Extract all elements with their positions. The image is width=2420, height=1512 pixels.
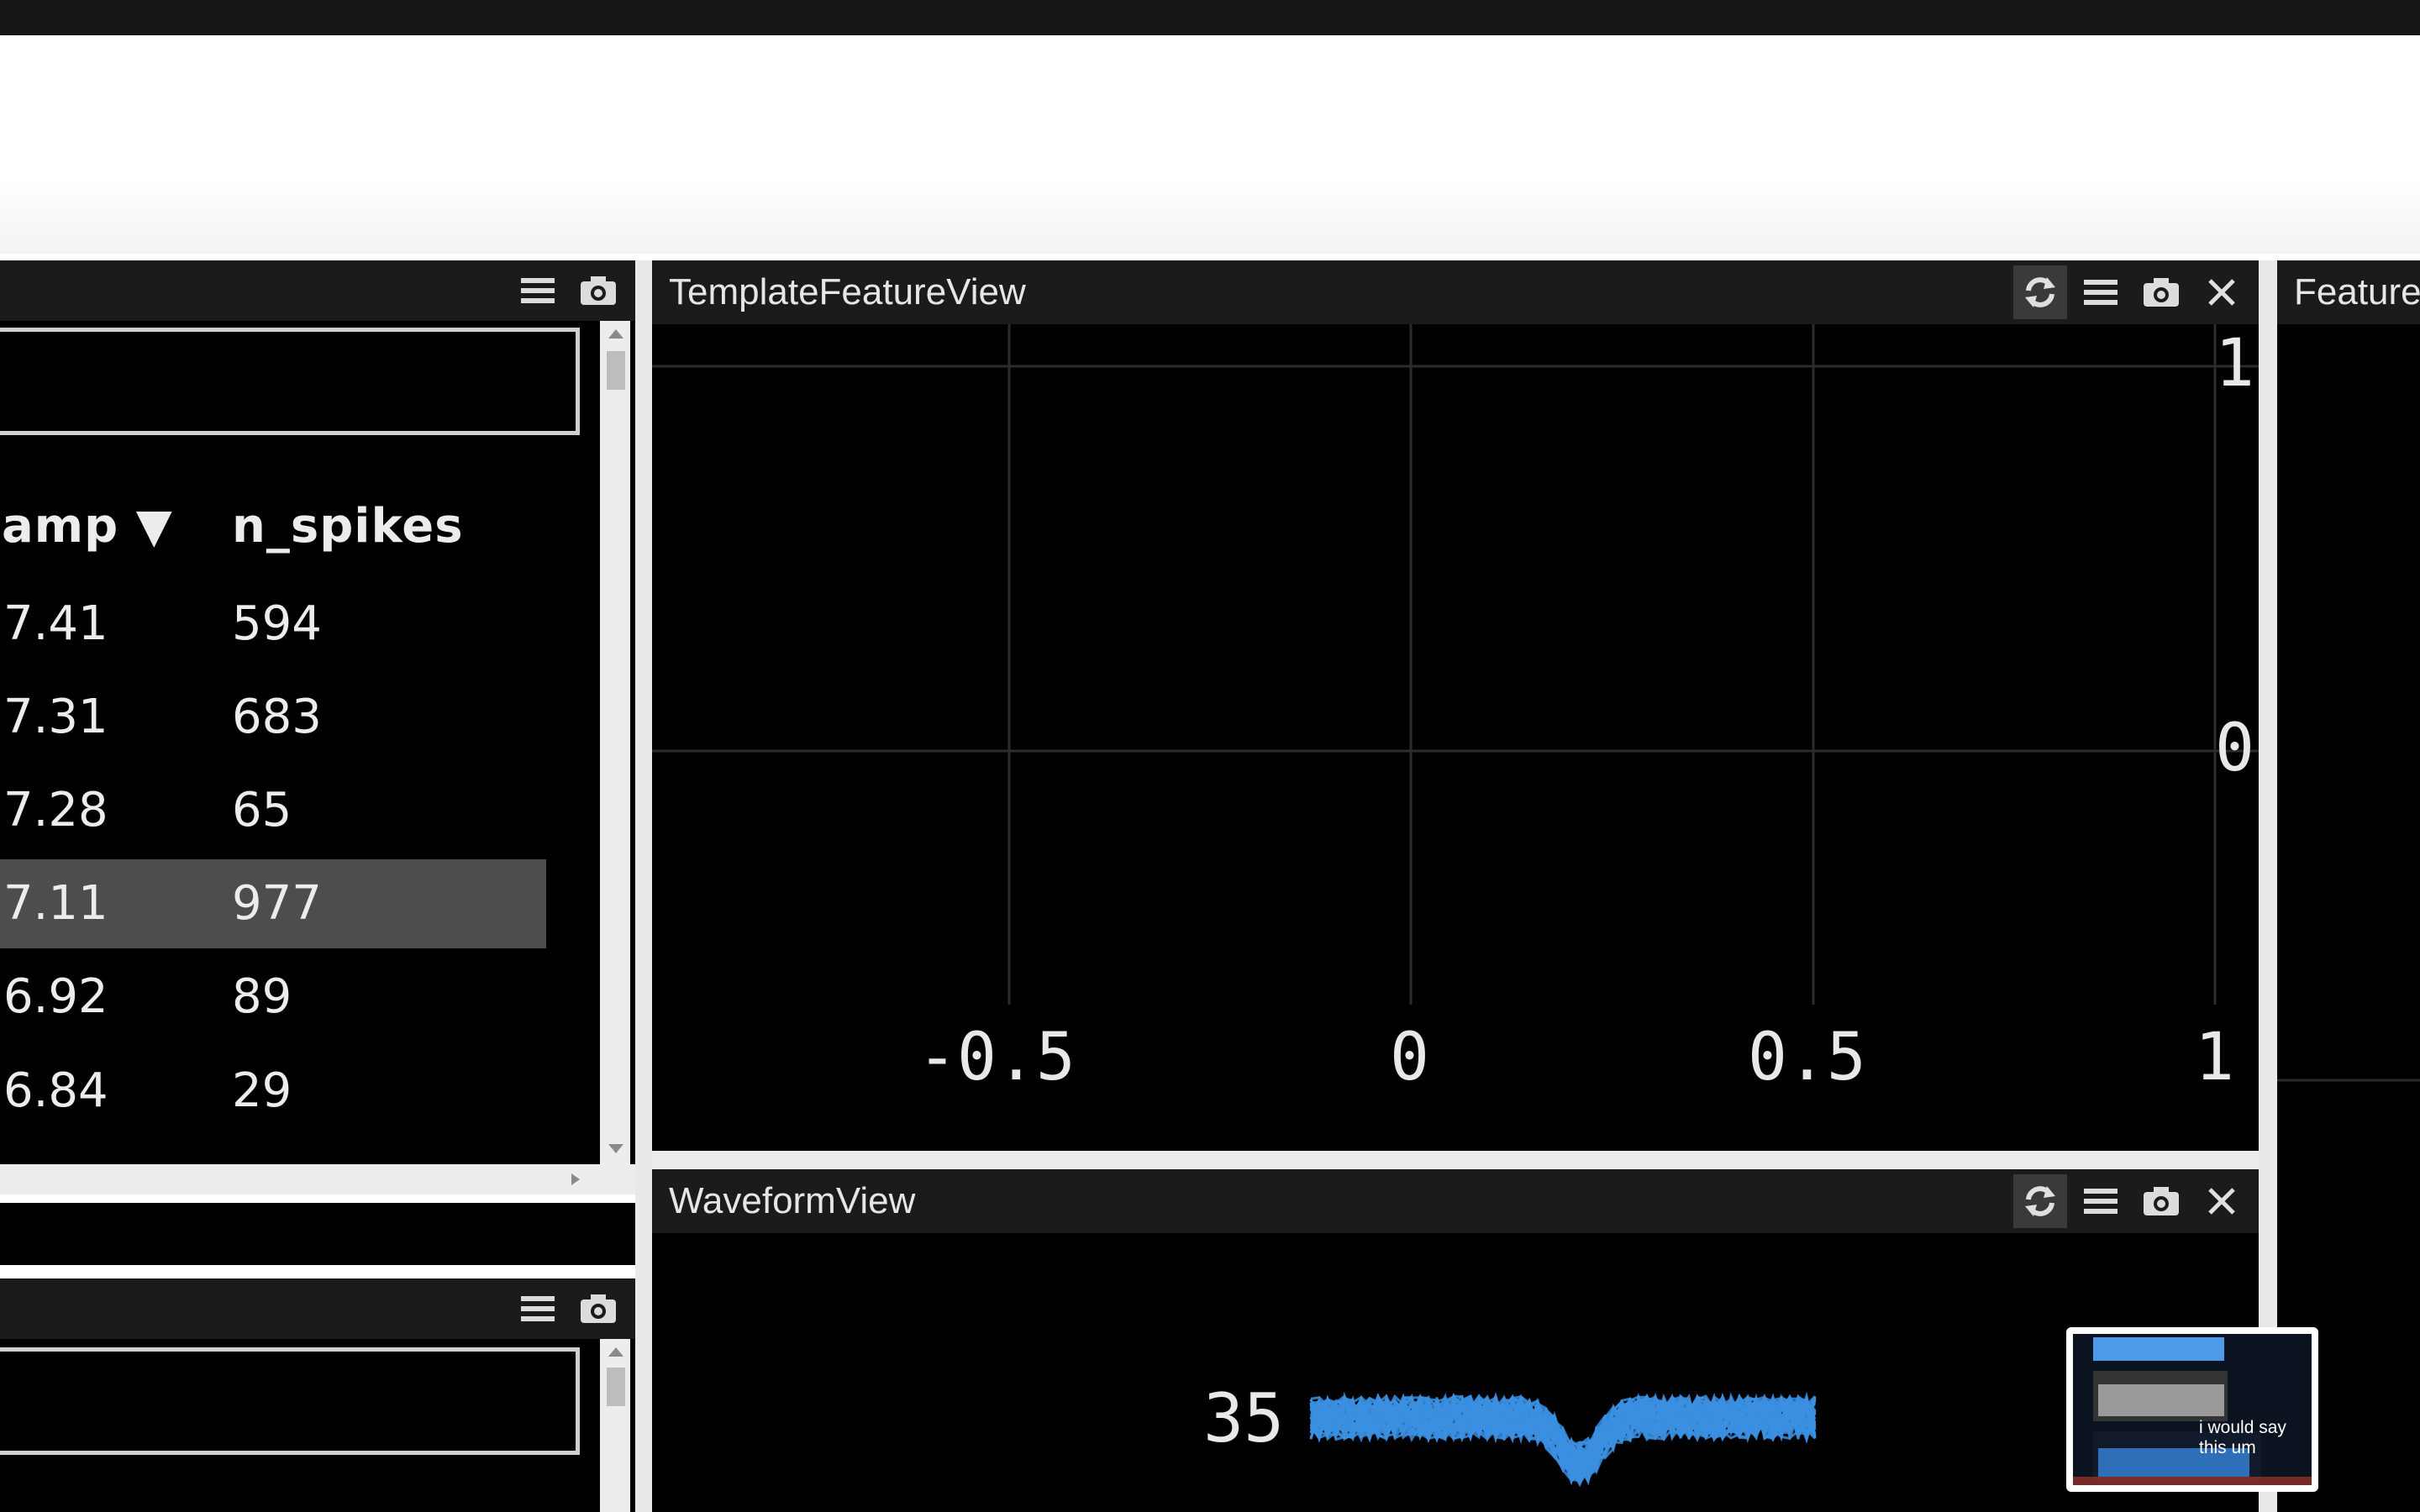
splitter[interactable] [652, 1151, 2259, 1169]
table-row[interactable]: 7.41 594 [0, 580, 546, 669]
table-row-selected[interactable]: 7.11 977 [0, 859, 546, 948]
feature-view: FeatureV [2277, 260, 2420, 1512]
cluster-view-titlebar [0, 260, 635, 321]
similarity-view-panel [0, 1278, 635, 1512]
y-tick-label: 0 [2215, 711, 2254, 786]
vertical-scrollbar[interactable] [600, 321, 630, 1164]
table-row[interactable]: 7.28 65 [0, 766, 546, 855]
x-tick-label: 0.5 [1748, 1020, 1866, 1095]
refresh-icon [2025, 277, 2055, 307]
cluster-view-panel: amp ▼ n_spikes 7.41 594 7.31 683 7.28 65… [0, 260, 635, 1164]
amp-cell: 7.41 [3, 596, 108, 651]
column-header-n-spikes[interactable]: n_spikes [232, 499, 464, 554]
waveform-plot[interactable]: 35 [652, 1233, 2259, 1512]
menu-icon [521, 278, 555, 303]
channel-label: 35 [1203, 1379, 1285, 1457]
amp-cell: 7.31 [3, 690, 108, 744]
camera-icon [581, 1294, 616, 1323]
menu-icon [2084, 280, 2118, 305]
camera-icon [2144, 1187, 2179, 1215]
table-row[interactable]: 6.84 29 [0, 1047, 546, 1136]
splitter[interactable] [2259, 260, 2277, 1512]
left-status-strip [0, 1203, 635, 1265]
close-button[interactable] [2195, 265, 2249, 319]
waveform-view-titlebar: WaveformView [652, 1169, 2259, 1233]
video-frame-image [2073, 1334, 2312, 1485]
waveform-view: WaveformView 35 [652, 1169, 2259, 1512]
amp-cell: 7.11 [3, 876, 108, 931]
vertical-scrollbar[interactable] [600, 1339, 630, 1512]
panel-title: TemplateFeatureView [669, 271, 1026, 312]
scrollbar-thumb[interactable] [607, 1368, 625, 1406]
menu-button[interactable] [2074, 265, 2128, 319]
x-tick-label: 0 [1390, 1020, 1429, 1095]
amp-cell: 6.84 [3, 1063, 108, 1118]
menu-button[interactable] [511, 264, 565, 318]
scrollbar-thumb[interactable] [607, 351, 625, 390]
refresh-icon [2025, 1186, 2055, 1216]
top-bar [0, 0, 2420, 35]
x-tick-label: 1 [2195, 1020, 2234, 1095]
scroll-up-icon[interactable] [608, 1347, 623, 1357]
scroll-up-icon[interactable] [608, 329, 623, 339]
filter-input[interactable] [0, 1347, 580, 1455]
amp-cell: 6.92 [3, 969, 108, 1024]
menu-button[interactable] [511, 1282, 565, 1336]
amp-cell: 7.28 [3, 783, 108, 837]
screenshot-button[interactable] [2134, 265, 2188, 319]
video-caption: i would say this um [2199, 1418, 2286, 1457]
column-header-amp[interactable]: amp ▼ [2, 499, 173, 554]
scroll-right-icon[interactable] [571, 1173, 580, 1185]
horizontal-scrollbar[interactable] [0, 1164, 635, 1194]
n-spikes-cell: 683 [232, 690, 322, 744]
menu-icon [521, 1296, 555, 1321]
menu-icon [2084, 1189, 2118, 1214]
panel-title: FeatureV [2294, 271, 2420, 312]
n-spikes-cell: 594 [232, 596, 322, 651]
x-tick-label: -0.5 [918, 1020, 1076, 1095]
filter-input[interactable] [0, 328, 580, 435]
camera-icon [581, 276, 616, 305]
scroll-down-icon[interactable] [608, 1144, 623, 1153]
template-feature-view-titlebar: TemplateFeatureView [652, 260, 2259, 324]
auto-update-button[interactable] [2013, 1174, 2067, 1228]
y-tick-label: 1 [2215, 326, 2254, 402]
feature-view-titlebar: FeatureV [2277, 260, 2420, 324]
splitter[interactable] [635, 260, 652, 1512]
menu-button[interactable] [2074, 1174, 2128, 1228]
header-band [0, 35, 2420, 254]
screenshot-button[interactable] [571, 1282, 625, 1336]
n-spikes-cell: 977 [232, 876, 322, 931]
n-spikes-cell: 65 [232, 783, 292, 837]
auto-update-button[interactable] [2013, 265, 2067, 319]
plot-grid [652, 324, 2259, 1005]
waveform-traces [1309, 1391, 1817, 1488]
n-spikes-cell: 89 [232, 969, 292, 1024]
close-icon [2208, 279, 2235, 306]
screenshot-button[interactable] [571, 264, 625, 318]
video-frame: i would say this um [2073, 1334, 2312, 1485]
n-spikes-cell: 29 [232, 1063, 292, 1118]
screenshot-button[interactable] [2134, 1174, 2188, 1228]
close-button[interactable] [2195, 1174, 2249, 1228]
template-feature-plot[interactable]: -0.5 0 0.5 1 1 0 [652, 324, 2259, 1151]
table-row[interactable]: 6.92 89 [0, 953, 546, 1042]
template-feature-view: TemplateFeatureView -0.5 0 0.5 1 1 0 [652, 260, 2259, 1151]
panel-title: WaveformView [669, 1180, 916, 1221]
similarity-view-titlebar [0, 1278, 635, 1339]
close-icon [2208, 1188, 2235, 1215]
table-row[interactable]: 7.31 683 [0, 673, 546, 762]
video-thumbnail[interactable]: i would say this um [2066, 1327, 2318, 1492]
camera-icon [2144, 278, 2179, 307]
